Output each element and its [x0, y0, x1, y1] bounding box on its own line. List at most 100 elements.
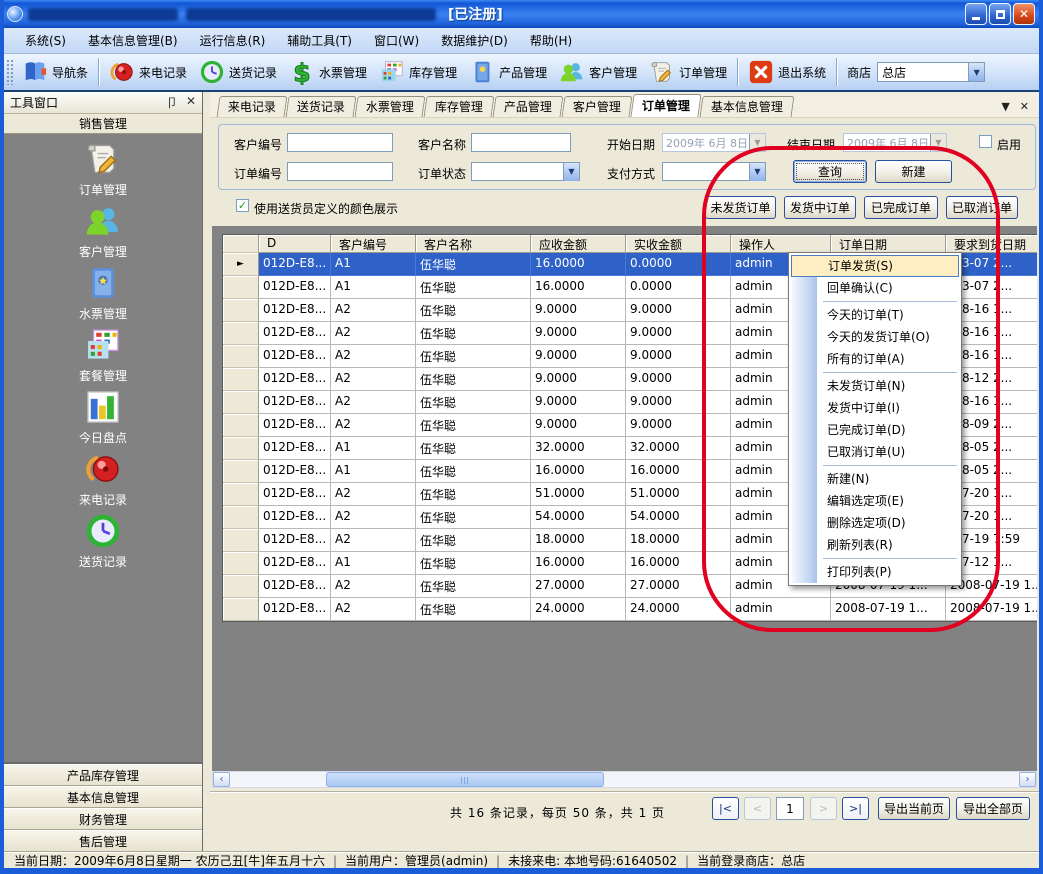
- context-menu-item-10[interactable]: 已取消订单(U): [791, 441, 959, 463]
- context-menu-item-15[interactable]: 刷新列表(R): [791, 534, 959, 556]
- title-bar[interactable]: [已注册] ✕: [0, 0, 1043, 28]
- context-menu-item-0[interactable]: 订单发货(S): [791, 255, 959, 277]
- column-header-0[interactable]: [223, 235, 259, 253]
- context-menu-item-7[interactable]: 未发货订单(N): [791, 375, 959, 397]
- sidebar-item-水票管理[interactable]: 水票管理: [4, 262, 202, 324]
- chevron-down-icon[interactable]: ▼: [749, 134, 765, 151]
- chevron-down-icon[interactable]: ▼: [563, 163, 579, 181]
- export-all-pages-button[interactable]: 导出全部页: [956, 797, 1030, 820]
- customer-code-input[interactable]: [287, 133, 393, 152]
- column-header-6[interactable]: 操作人: [731, 235, 831, 253]
- context-menu-item-4[interactable]: 今天的发货订单(O): [791, 326, 959, 348]
- status-filter-button-2[interactable]: 已完成订单: [864, 196, 938, 219]
- tab-送货记录[interactable]: 送货记录: [286, 96, 357, 117]
- toolbar-button-inventory[interactable]: 库存管理: [373, 56, 463, 88]
- tab-订单管理[interactable]: 订单管理: [630, 94, 701, 117]
- menu-item-3[interactable]: 辅助工具(T): [276, 29, 363, 53]
- context-menu-item-1[interactable]: 回单确认(C): [791, 277, 959, 299]
- chevron-down-icon[interactable]: ▼: [749, 163, 765, 181]
- context-menu-item-3[interactable]: 今天的订单(T): [791, 304, 959, 326]
- query-button[interactable]: 查询: [793, 160, 867, 183]
- tab-水票管理[interactable]: 水票管理: [355, 96, 426, 117]
- sidebar-group-header[interactable]: 销售管理: [4, 114, 202, 134]
- close-button[interactable]: ✕: [1013, 3, 1035, 25]
- row-selector[interactable]: [223, 506, 259, 529]
- context-menu-item-5[interactable]: 所有的订单(A): [791, 348, 959, 370]
- column-header-8[interactable]: 要求到货日期: [946, 235, 1037, 253]
- menu-item-6[interactable]: 帮助(H): [519, 29, 583, 53]
- table-row[interactable]: 012D-E8...A2伍华聪24.000024.0000admin2008-0…: [223, 598, 1037, 621]
- menu-item-4[interactable]: 窗口(W): [363, 29, 430, 53]
- context-menu-item-9[interactable]: 已完成订单(D): [791, 419, 959, 441]
- courier-color-checkbox[interactable]: ✓: [236, 199, 249, 212]
- sidebar-section-3[interactable]: 售后管理: [4, 830, 202, 852]
- row-selector[interactable]: [223, 391, 259, 414]
- next-page-button[interactable]: >: [810, 797, 837, 820]
- row-selector[interactable]: [223, 552, 259, 575]
- sidebar-item-送货记录[interactable]: 送货记录: [4, 510, 202, 572]
- first-page-button[interactable]: |<: [712, 797, 739, 820]
- enable-date-checkbox[interactable]: [979, 135, 992, 148]
- toolbar-button-exit[interactable]: 退出系统: [742, 56, 832, 88]
- end-date-picker[interactable]: 2009年 6月 8日 ▼: [843, 133, 947, 152]
- toolbar-button-product[interactable]: 产品管理: [463, 56, 553, 88]
- row-selector[interactable]: [223, 460, 259, 483]
- toolbar-button-dollar[interactable]: $水票管理: [283, 56, 373, 88]
- row-selector[interactable]: [223, 322, 259, 345]
- context-menu-item-17[interactable]: 打印列表(P): [791, 561, 959, 583]
- row-selector[interactable]: ►: [223, 253, 259, 276]
- sidebar-section-0[interactable]: 产品库存管理: [4, 764, 202, 786]
- row-selector[interactable]: [223, 368, 259, 391]
- context-menu-item-8[interactable]: 发货中订单(I): [791, 397, 959, 419]
- shop-combobox[interactable]: 总店 ▼: [877, 62, 985, 82]
- column-header-1[interactable]: D: [259, 235, 331, 253]
- prev-page-button[interactable]: <: [744, 797, 771, 820]
- toolbar-button-order[interactable]: 订单管理: [643, 56, 733, 88]
- chevron-down-icon[interactable]: ▼: [968, 63, 984, 81]
- pay-method-combobox[interactable]: ▼: [662, 162, 766, 181]
- pin-icon[interactable]: 卩: [166, 94, 178, 111]
- row-selector[interactable]: [223, 276, 259, 299]
- close-icon[interactable]: ✕: [186, 94, 196, 111]
- scroll-left-icon[interactable]: ‹: [213, 772, 230, 787]
- row-selector[interactable]: [223, 437, 259, 460]
- last-page-button[interactable]: >|: [842, 797, 869, 820]
- status-filter-button-0[interactable]: 未发货订单: [705, 196, 776, 219]
- sidebar-item-来电记录[interactable]: 来电记录: [4, 448, 202, 510]
- row-selector[interactable]: [223, 529, 259, 552]
- sidebar-item-套餐管理[interactable]: 套餐管理: [4, 324, 202, 386]
- toolbar-button-clock[interactable]: 送货记录: [193, 56, 283, 88]
- column-header-5[interactable]: 实收金额: [626, 235, 731, 253]
- minimize-button[interactable]: [965, 3, 987, 25]
- status-filter-button-3[interactable]: 已取消订单: [946, 196, 1018, 219]
- context-menu-item-12[interactable]: 新建(N): [791, 468, 959, 490]
- tab-产品管理[interactable]: 产品管理: [493, 96, 564, 117]
- sidebar-item-客户管理[interactable]: 客户管理: [4, 200, 202, 262]
- row-selector[interactable]: [223, 575, 259, 598]
- tab-close-icon[interactable]: ✕: [1020, 100, 1029, 113]
- toolbar-button-alarm[interactable]: 来电记录: [103, 56, 193, 88]
- menu-item-1[interactable]: 基本信息管理(B): [77, 29, 189, 53]
- row-selector[interactable]: [223, 345, 259, 368]
- customer-name-input[interactable]: [471, 133, 571, 152]
- sidebar-section-1[interactable]: 基本信息管理: [4, 786, 202, 808]
- row-selector[interactable]: [223, 598, 259, 621]
- row-selector[interactable]: [223, 414, 259, 437]
- tab-库存管理[interactable]: 库存管理: [424, 96, 495, 117]
- start-date-picker[interactable]: 2009年 6月 8日 ▼: [662, 133, 766, 152]
- menu-item-2[interactable]: 运行信息(R): [189, 29, 277, 53]
- order-status-combobox[interactable]: ▼: [471, 162, 580, 181]
- order-code-input[interactable]: [287, 162, 393, 181]
- column-header-2[interactable]: 客户编号: [331, 235, 416, 253]
- sidebar-section-2[interactable]: 财务管理: [4, 808, 202, 830]
- context-menu-item-13[interactable]: 编辑选定项(E): [791, 490, 959, 512]
- export-current-page-button[interactable]: 导出当前页: [878, 797, 950, 820]
- context-menu-item-14[interactable]: 删除选定项(D): [791, 512, 959, 534]
- column-header-7[interactable]: 订单日期: [831, 235, 946, 253]
- sidebar-item-订单管理[interactable]: 订单管理: [4, 138, 202, 200]
- tab-scroll-chevron-down-icon[interactable]: ▼: [1001, 100, 1009, 113]
- status-filter-button-1[interactable]: 发货中订单: [784, 196, 856, 219]
- tab-客户管理[interactable]: 客户管理: [562, 96, 633, 117]
- toolbar-button-customers[interactable]: 客户管理: [553, 56, 643, 88]
- sidebar-item-今日盘点[interactable]: 今日盘点: [4, 386, 202, 448]
